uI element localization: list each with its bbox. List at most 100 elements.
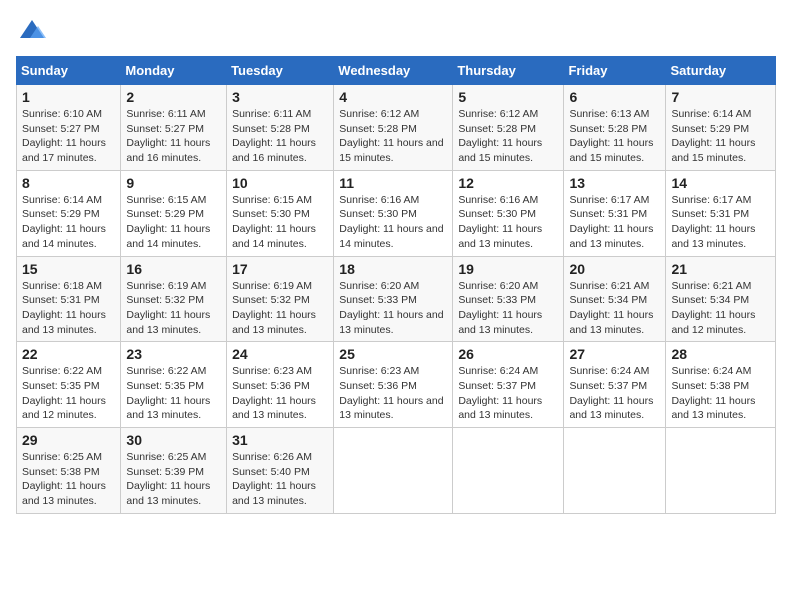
calendar-header-thursday: Thursday — [453, 57, 564, 85]
day-info: Sunrise: 6:25 AMSunset: 5:39 PMDaylight:… — [126, 451, 210, 507]
day-number: 7 — [671, 89, 770, 105]
day-info: Sunrise: 6:12 AMSunset: 5:28 PMDaylight:… — [339, 108, 443, 164]
calendar-cell: 2 Sunrise: 6:11 AMSunset: 5:27 PMDayligh… — [121, 85, 227, 171]
calendar-cell: 4 Sunrise: 6:12 AMSunset: 5:28 PMDayligh… — [334, 85, 453, 171]
day-number: 14 — [671, 175, 770, 191]
calendar-cell: 9 Sunrise: 6:15 AMSunset: 5:29 PMDayligh… — [121, 170, 227, 256]
day-number: 8 — [22, 175, 115, 191]
calendar-cell: 27 Sunrise: 6:24 AMSunset: 5:37 PMDaylig… — [564, 342, 666, 428]
day-number: 24 — [232, 346, 328, 362]
day-info: Sunrise: 6:19 AMSunset: 5:32 PMDaylight:… — [232, 280, 316, 336]
calendar-cell: 31 Sunrise: 6:26 AMSunset: 5:40 PMDaylig… — [227, 428, 334, 514]
calendar-cell: 6 Sunrise: 6:13 AMSunset: 5:28 PMDayligh… — [564, 85, 666, 171]
calendar-cell — [453, 428, 564, 514]
day-number: 28 — [671, 346, 770, 362]
day-info: Sunrise: 6:11 AMSunset: 5:28 PMDaylight:… — [232, 108, 316, 164]
calendar-cell — [666, 428, 776, 514]
calendar-header-friday: Friday — [564, 57, 666, 85]
day-info: Sunrise: 6:24 AMSunset: 5:37 PMDaylight:… — [569, 365, 653, 421]
calendar-cell: 17 Sunrise: 6:19 AMSunset: 5:32 PMDaylig… — [227, 256, 334, 342]
day-info: Sunrise: 6:12 AMSunset: 5:28 PMDaylight:… — [458, 108, 542, 164]
calendar-cell — [564, 428, 666, 514]
logo-icon — [18, 16, 46, 44]
day-number: 15 — [22, 261, 115, 277]
logo — [16, 16, 46, 44]
day-info: Sunrise: 6:24 AMSunset: 5:37 PMDaylight:… — [458, 365, 542, 421]
day-number: 23 — [126, 346, 221, 362]
day-number: 5 — [458, 89, 558, 105]
calendar-cell — [334, 428, 453, 514]
day-number: 11 — [339, 175, 447, 191]
calendar-cell: 16 Sunrise: 6:19 AMSunset: 5:32 PMDaylig… — [121, 256, 227, 342]
day-number: 1 — [22, 89, 115, 105]
calendar-cell: 7 Sunrise: 6:14 AMSunset: 5:29 PMDayligh… — [666, 85, 776, 171]
day-number: 19 — [458, 261, 558, 277]
calendar-week-row: 15 Sunrise: 6:18 AMSunset: 5:31 PMDaylig… — [17, 256, 776, 342]
day-info: Sunrise: 6:16 AMSunset: 5:30 PMDaylight:… — [458, 194, 542, 250]
day-info: Sunrise: 6:17 AMSunset: 5:31 PMDaylight:… — [569, 194, 653, 250]
calendar-cell: 3 Sunrise: 6:11 AMSunset: 5:28 PMDayligh… — [227, 85, 334, 171]
calendar-week-row: 8 Sunrise: 6:14 AMSunset: 5:29 PMDayligh… — [17, 170, 776, 256]
day-info: Sunrise: 6:10 AMSunset: 5:27 PMDaylight:… — [22, 108, 106, 164]
day-info: Sunrise: 6:23 AMSunset: 5:36 PMDaylight:… — [232, 365, 316, 421]
calendar-week-row: 22 Sunrise: 6:22 AMSunset: 5:35 PMDaylig… — [17, 342, 776, 428]
calendar-header-tuesday: Tuesday — [227, 57, 334, 85]
day-number: 25 — [339, 346, 447, 362]
day-number: 12 — [458, 175, 558, 191]
day-number: 16 — [126, 261, 221, 277]
day-info: Sunrise: 6:11 AMSunset: 5:27 PMDaylight:… — [126, 108, 210, 164]
day-number: 27 — [569, 346, 660, 362]
calendar-header-sunday: Sunday — [17, 57, 121, 85]
calendar-header-wednesday: Wednesday — [334, 57, 453, 85]
day-info: Sunrise: 6:15 AMSunset: 5:29 PMDaylight:… — [126, 194, 210, 250]
day-info: Sunrise: 6:13 AMSunset: 5:28 PMDaylight:… — [569, 108, 653, 164]
day-info: Sunrise: 6:20 AMSunset: 5:33 PMDaylight:… — [339, 280, 443, 336]
calendar-cell: 10 Sunrise: 6:15 AMSunset: 5:30 PMDaylig… — [227, 170, 334, 256]
calendar-cell: 24 Sunrise: 6:23 AMSunset: 5:36 PMDaylig… — [227, 342, 334, 428]
day-number: 18 — [339, 261, 447, 277]
calendar-cell: 20 Sunrise: 6:21 AMSunset: 5:34 PMDaylig… — [564, 256, 666, 342]
calendar-cell: 28 Sunrise: 6:24 AMSunset: 5:38 PMDaylig… — [666, 342, 776, 428]
calendar-cell: 23 Sunrise: 6:22 AMSunset: 5:35 PMDaylig… — [121, 342, 227, 428]
day-info: Sunrise: 6:24 AMSunset: 5:38 PMDaylight:… — [671, 365, 755, 421]
day-info: Sunrise: 6:22 AMSunset: 5:35 PMDaylight:… — [126, 365, 210, 421]
calendar-cell: 21 Sunrise: 6:21 AMSunset: 5:34 PMDaylig… — [666, 256, 776, 342]
calendar-header-row: SundayMondayTuesdayWednesdayThursdayFrid… — [17, 57, 776, 85]
calendar-cell: 14 Sunrise: 6:17 AMSunset: 5:31 PMDaylig… — [666, 170, 776, 256]
day-info: Sunrise: 6:16 AMSunset: 5:30 PMDaylight:… — [339, 194, 443, 250]
calendar-cell: 13 Sunrise: 6:17 AMSunset: 5:31 PMDaylig… — [564, 170, 666, 256]
day-number: 9 — [126, 175, 221, 191]
calendar-table: SundayMondayTuesdayWednesdayThursdayFrid… — [16, 56, 776, 514]
calendar-cell: 8 Sunrise: 6:14 AMSunset: 5:29 PMDayligh… — [17, 170, 121, 256]
day-number: 6 — [569, 89, 660, 105]
day-number: 30 — [126, 432, 221, 448]
day-info: Sunrise: 6:14 AMSunset: 5:29 PMDaylight:… — [22, 194, 106, 250]
calendar-cell: 22 Sunrise: 6:22 AMSunset: 5:35 PMDaylig… — [17, 342, 121, 428]
calendar-week-row: 1 Sunrise: 6:10 AMSunset: 5:27 PMDayligh… — [17, 85, 776, 171]
day-info: Sunrise: 6:20 AMSunset: 5:33 PMDaylight:… — [458, 280, 542, 336]
calendar-header-saturday: Saturday — [666, 57, 776, 85]
calendar-cell: 19 Sunrise: 6:20 AMSunset: 5:33 PMDaylig… — [453, 256, 564, 342]
day-number: 10 — [232, 175, 328, 191]
calendar-week-row: 29 Sunrise: 6:25 AMSunset: 5:38 PMDaylig… — [17, 428, 776, 514]
day-number: 22 — [22, 346, 115, 362]
day-info: Sunrise: 6:23 AMSunset: 5:36 PMDaylight:… — [339, 365, 443, 421]
calendar-cell: 30 Sunrise: 6:25 AMSunset: 5:39 PMDaylig… — [121, 428, 227, 514]
day-number: 17 — [232, 261, 328, 277]
header — [16, 16, 776, 44]
day-info: Sunrise: 6:25 AMSunset: 5:38 PMDaylight:… — [22, 451, 106, 507]
calendar-cell: 15 Sunrise: 6:18 AMSunset: 5:31 PMDaylig… — [17, 256, 121, 342]
day-info: Sunrise: 6:22 AMSunset: 5:35 PMDaylight:… — [22, 365, 106, 421]
calendar-cell: 29 Sunrise: 6:25 AMSunset: 5:38 PMDaylig… — [17, 428, 121, 514]
day-number: 20 — [569, 261, 660, 277]
day-number: 4 — [339, 89, 447, 105]
calendar-cell: 25 Sunrise: 6:23 AMSunset: 5:36 PMDaylig… — [334, 342, 453, 428]
calendar-cell: 1 Sunrise: 6:10 AMSunset: 5:27 PMDayligh… — [17, 85, 121, 171]
calendar-cell: 18 Sunrise: 6:20 AMSunset: 5:33 PMDaylig… — [334, 256, 453, 342]
calendar-cell: 12 Sunrise: 6:16 AMSunset: 5:30 PMDaylig… — [453, 170, 564, 256]
day-number: 29 — [22, 432, 115, 448]
day-number: 13 — [569, 175, 660, 191]
day-info: Sunrise: 6:15 AMSunset: 5:30 PMDaylight:… — [232, 194, 316, 250]
day-info: Sunrise: 6:21 AMSunset: 5:34 PMDaylight:… — [569, 280, 653, 336]
day-info: Sunrise: 6:18 AMSunset: 5:31 PMDaylight:… — [22, 280, 106, 336]
